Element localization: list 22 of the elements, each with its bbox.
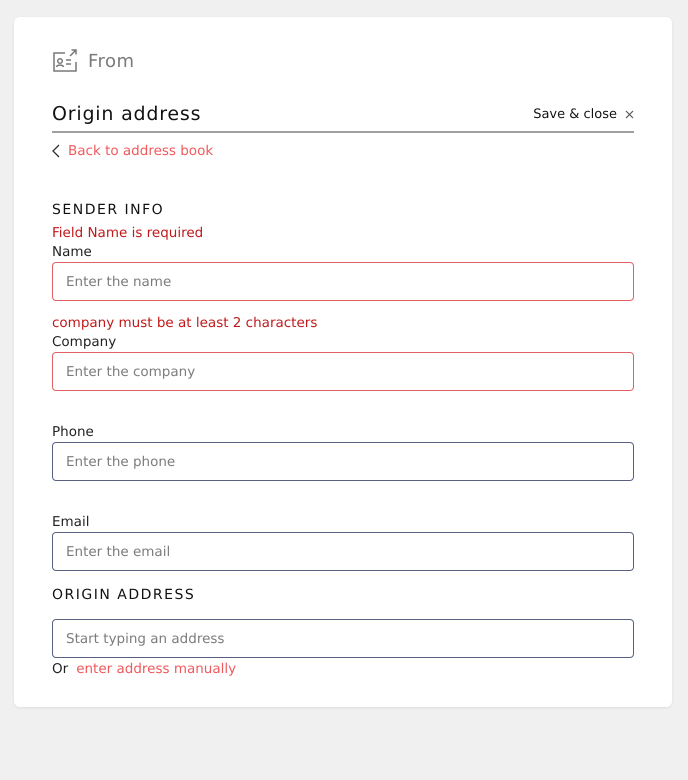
close-icon bbox=[625, 110, 634, 118]
text-field[interactable]: Enter the name bbox=[52, 262, 634, 301]
field-label: Company bbox=[52, 333, 118, 352]
panel-title: Origin address bbox=[52, 103, 202, 125]
text-field[interactable]: Enter the phone bbox=[52, 442, 634, 481]
chevron-left-icon bbox=[52, 144, 60, 158]
manual-address-link[interactable]: enter address manually bbox=[76, 661, 236, 677]
contact-card-icon bbox=[52, 49, 78, 73]
section-heading: SENDER INFO bbox=[52, 202, 166, 218]
field-label: Email bbox=[52, 513, 90, 532]
or-text: Or bbox=[52, 661, 68, 677]
save-close-button[interactable]: Save & close bbox=[533, 106, 634, 122]
address-field[interactable]: Start typing an address bbox=[52, 619, 634, 658]
section-title: From bbox=[88, 50, 135, 72]
section-heading: ORIGIN ADDRESS bbox=[52, 587, 196, 603]
text-field[interactable]: Enter the email bbox=[52, 532, 634, 571]
field-label: Phone bbox=[52, 423, 95, 442]
back-link[interactable]: Back to address book bbox=[52, 143, 214, 159]
text-field[interactable]: Enter the company bbox=[52, 352, 634, 391]
error-message: company must be at least 2 characters bbox=[52, 315, 318, 331]
field-label: Name bbox=[52, 243, 93, 262]
error-message: Field Name is required bbox=[52, 225, 204, 241]
